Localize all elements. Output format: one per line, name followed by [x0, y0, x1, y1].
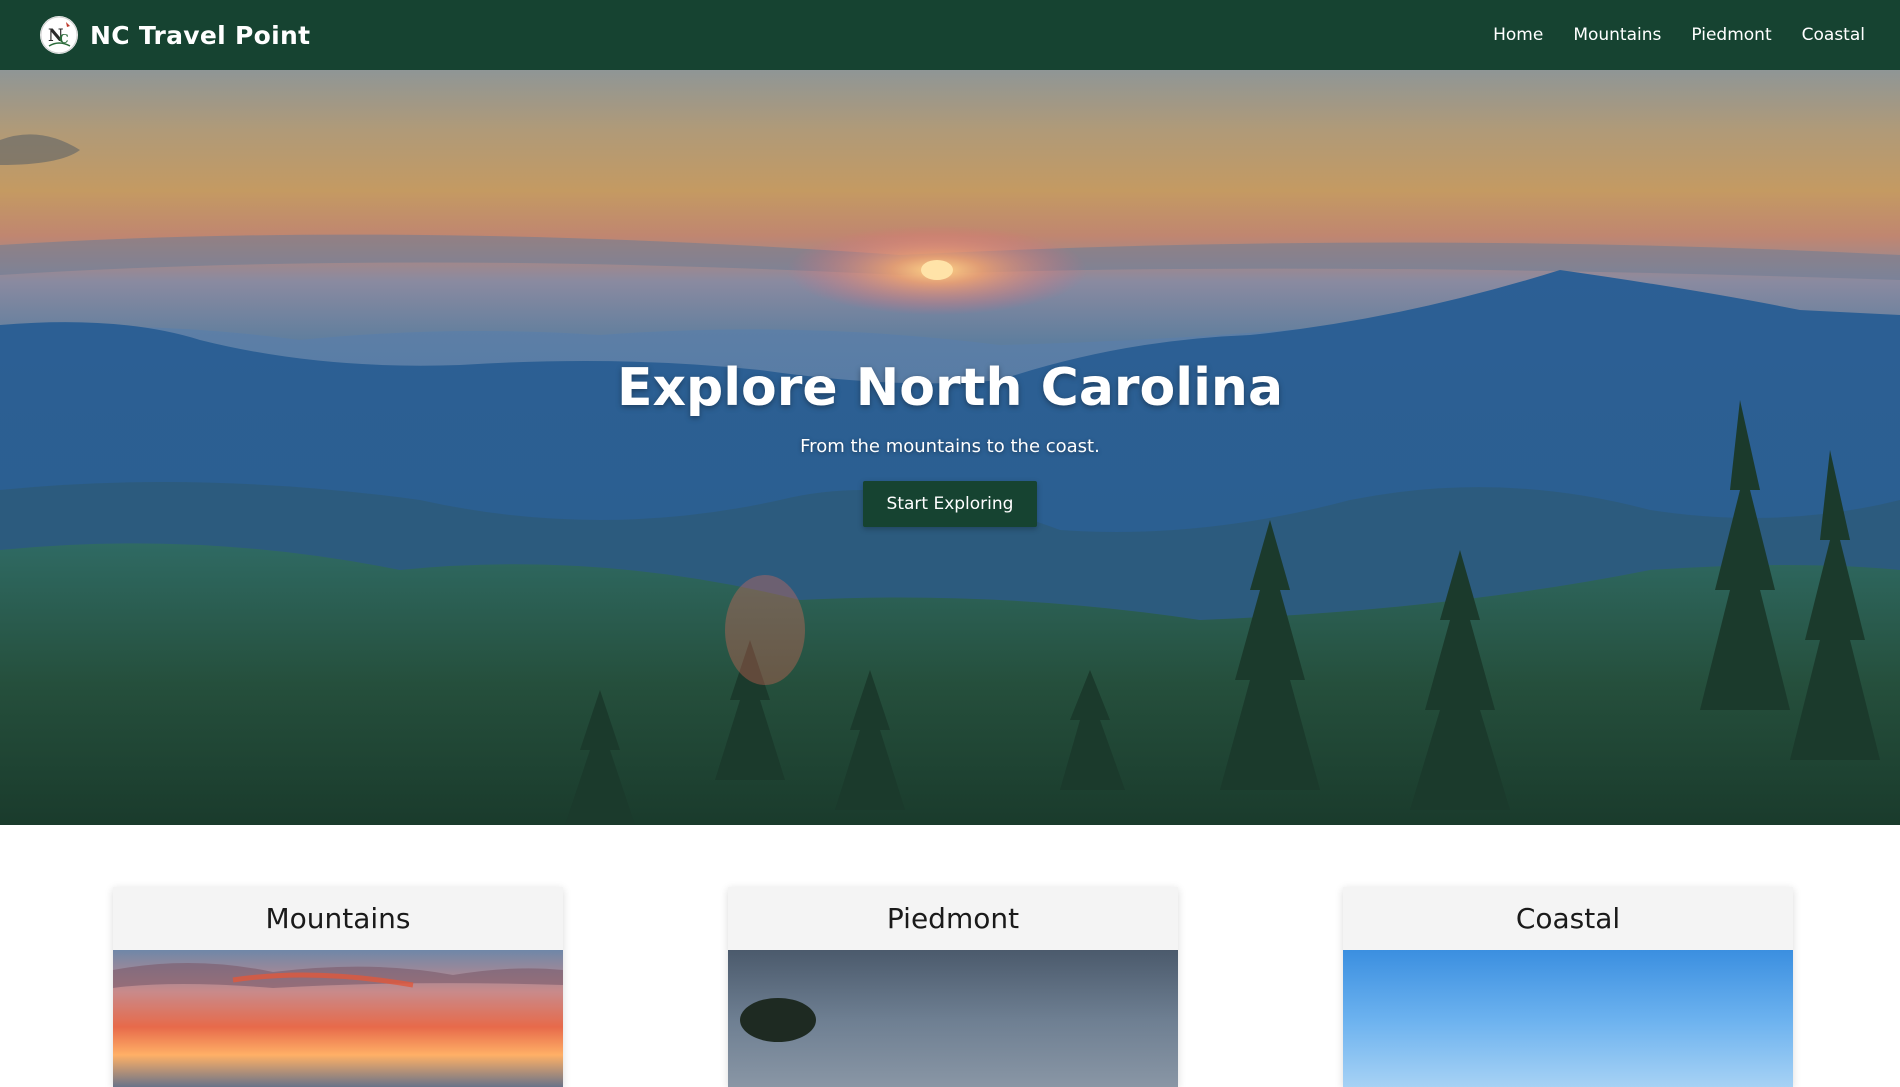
- card-title: Coastal: [1515, 902, 1621, 935]
- card-title: Piedmont: [886, 902, 1020, 935]
- card-image-piedmont: [728, 950, 1178, 1087]
- nav-piedmont-link[interactable]: Piedmont: [1691, 25, 1771, 45]
- nav-links: Home Mountains Piedmont Coastal: [1493, 25, 1865, 45]
- card-coastal[interactable]: Coastal: [1343, 887, 1793, 1087]
- top-navbar: N C NC Travel Point Home Mountains Piedm…: [0, 0, 1900, 70]
- hero-subtitle: From the mountains to the coast.: [800, 436, 1100, 457]
- brand[interactable]: N C NC Travel Point: [40, 16, 310, 54]
- nav-home-link[interactable]: Home: [1493, 25, 1543, 45]
- hero-title: Explore North Carolina: [616, 358, 1284, 418]
- card-image-mountains: [113, 950, 563, 1087]
- hero-section: Explore North Carolina From the mountain…: [0, 70, 1900, 825]
- nc-logo-icon: N C: [40, 16, 78, 54]
- brand-name: NC Travel Point: [90, 20, 311, 50]
- nav-coastal-link[interactable]: Coastal: [1802, 25, 1865, 45]
- card-piedmont[interactable]: Piedmont: [728, 887, 1178, 1087]
- card-image-coastal: [1343, 950, 1793, 1087]
- start-exploring-button[interactable]: Start Exploring: [862, 481, 1038, 527]
- nav-mountains-link[interactable]: Mountains: [1573, 25, 1661, 45]
- card-mountains[interactable]: Mountains: [113, 887, 563, 1087]
- region-cards: Mountains Piedmont Coastal: [0, 825, 1900, 1087]
- card-title: Mountains: [265, 902, 411, 935]
- hero-content: Explore North Carolina From the mountain…: [0, 70, 1900, 825]
